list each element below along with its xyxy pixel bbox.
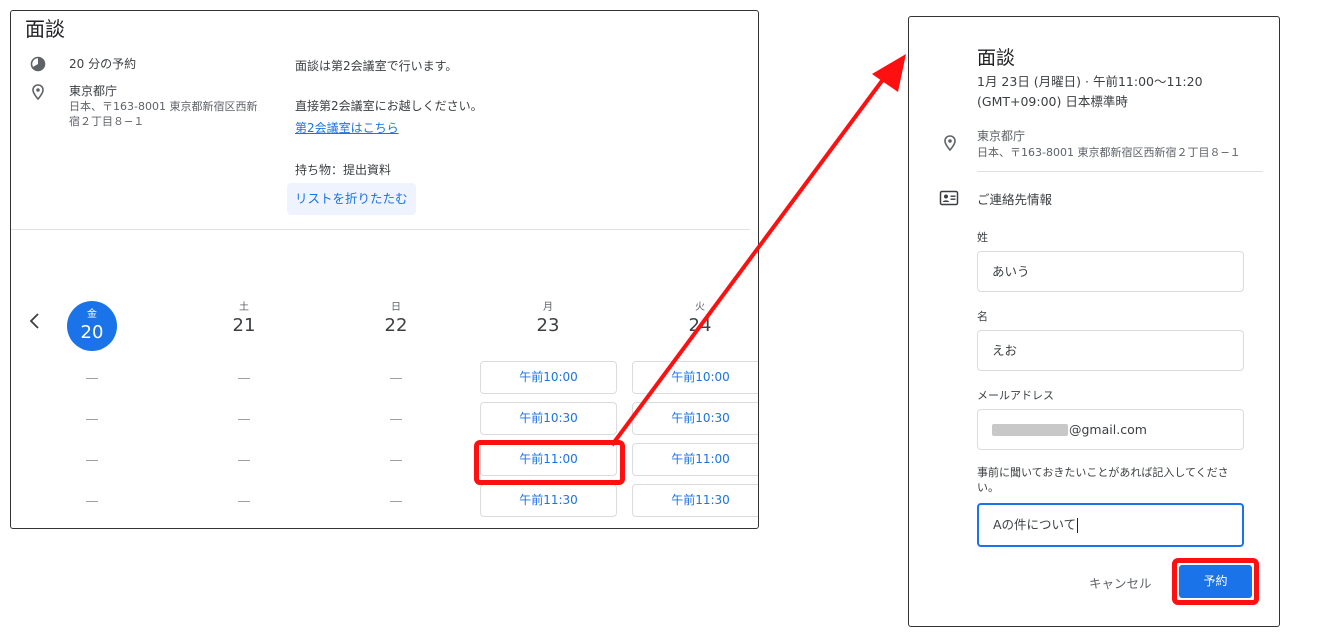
- day-of-week: 土: [239, 302, 249, 313]
- form-location-address: 日本、〒163-8001 東京都新宿区西新宿２丁目８−１: [977, 146, 1241, 159]
- last-name-field[interactable]: あいう: [977, 251, 1244, 292]
- unavailable-slot: [86, 460, 98, 461]
- day-number: 23: [536, 315, 560, 336]
- duration-row: 20 分の予約: [29, 55, 136, 73]
- location-pin-icon: [944, 135, 956, 152]
- first-name-field[interactable]: えお: [977, 330, 1244, 371]
- time-slot-button[interactable]: 午前10:30: [632, 402, 758, 435]
- form-date: 1月 23日 (月曜日) · 午前11:00～11:20: [977, 74, 1203, 89]
- highlight-box: [474, 440, 625, 485]
- location-pin-icon: [32, 84, 44, 101]
- clock-icon: [30, 56, 46, 72]
- time-slot-button[interactable]: 午前10:00: [480, 361, 617, 394]
- unavailable-slot: [86, 378, 98, 379]
- day-column-header-2[interactable]: 日 22: [356, 301, 436, 337]
- day-of-week: 金: [87, 309, 97, 320]
- book-button[interactable]: 予約: [1179, 565, 1252, 598]
- day-number: 21: [232, 315, 256, 336]
- day-column-header-4[interactable]: 火 24: [660, 301, 740, 337]
- email-domain: @gmail.com: [1069, 422, 1147, 437]
- room-link[interactable]: 第2会議室はこちら: [295, 119, 399, 136]
- unavailable-slot: [390, 419, 402, 420]
- day-of-week: 月: [543, 302, 553, 313]
- unavailable-slot: [238, 378, 250, 379]
- day-column-header-1[interactable]: 土 21: [204, 301, 284, 337]
- notes-value: Aの件について: [993, 517, 1077, 532]
- location-address: 日本、〒163-8001 東京都新宿区西新宿２丁目８−１: [69, 100, 258, 128]
- notes-field[interactable]: Aの件について: [977, 503, 1244, 547]
- day-column-header-3[interactable]: 月 23: [508, 301, 588, 337]
- day-of-week: 日: [391, 302, 401, 313]
- redacted-text: [992, 423, 1068, 436]
- contact-card-icon: [939, 190, 959, 206]
- form-timezone: (GMT+09:00) 日本標準時: [977, 94, 1128, 109]
- form-divider: [977, 171, 1263, 172]
- unavailable-slot: [238, 419, 250, 420]
- day-number: 24: [688, 315, 712, 336]
- notes-label: 事前に聞いておきたいことがあれば記入してください。: [977, 466, 1229, 494]
- unavailable-slot: [86, 501, 98, 502]
- time-slot-button[interactable]: 午前11:30: [480, 484, 617, 517]
- page-title: 面談: [25, 17, 65, 41]
- last-name-label: 姓: [977, 231, 988, 244]
- time-slot-button[interactable]: 午前11:30: [632, 484, 758, 517]
- unavailable-slot: [238, 460, 250, 461]
- day-column-header-0[interactable]: 金 20: [52, 301, 132, 351]
- chevron-left-icon[interactable]: [25, 311, 45, 331]
- unavailable-slot: [390, 501, 402, 502]
- contact-info-heading: ご連絡先情報: [977, 192, 1053, 207]
- description-line-1: 面談は第2会議室で行います。: [295, 59, 458, 73]
- duration-text: 20 分の予約: [69, 57, 137, 71]
- email-label: メールアドレス: [977, 389, 1054, 402]
- unavailable-slot: [238, 501, 250, 502]
- cancel-button[interactable]: キャンセル: [1089, 573, 1152, 592]
- section-divider: [11, 229, 750, 230]
- first-name-label: 名: [977, 310, 988, 323]
- booking-page-panel: 面談 20 分の予約 東京都庁 日本、〒163-8001 東京都新宿区西新宿２丁…: [10, 10, 759, 529]
- location-name: 東京都庁: [69, 84, 118, 98]
- form-location-name: 東京都庁: [977, 129, 1026, 143]
- form-date-time: 1月 23日 (月曜日) · 午前11:00～11:20 (GMT+09:00)…: [977, 72, 1203, 112]
- collapse-list-button[interactable]: リストを折りたたむ: [287, 183, 416, 215]
- unavailable-slot: [86, 419, 98, 420]
- unavailable-slot: [390, 378, 402, 379]
- email-field[interactable]: @gmail.com: [977, 409, 1244, 450]
- day-of-week: 火: [695, 302, 705, 313]
- time-slot-button[interactable]: 午前10:30: [480, 402, 617, 435]
- unavailable-slot: [390, 460, 402, 461]
- form-title: 面談: [977, 47, 1016, 69]
- text-cursor: [1077, 518, 1079, 533]
- day-number: 22: [384, 315, 408, 336]
- description-line-3: 持ち物：提出資料: [295, 163, 392, 177]
- location-row: 東京都庁 日本、〒163-8001 東京都新宿区西新宿２丁目８−１: [29, 83, 259, 129]
- description-line-2: 直接第2会議室にお越しください。: [295, 99, 483, 113]
- day-number: 20: [80, 322, 104, 343]
- time-slot-button[interactable]: 午前10:00: [632, 361, 758, 394]
- time-slot-button[interactable]: 午前11:00: [632, 443, 758, 476]
- booking-form-panel: 面談 1月 23日 (月曜日) · 午前11:00～11:20 (GMT+09:…: [908, 16, 1280, 627]
